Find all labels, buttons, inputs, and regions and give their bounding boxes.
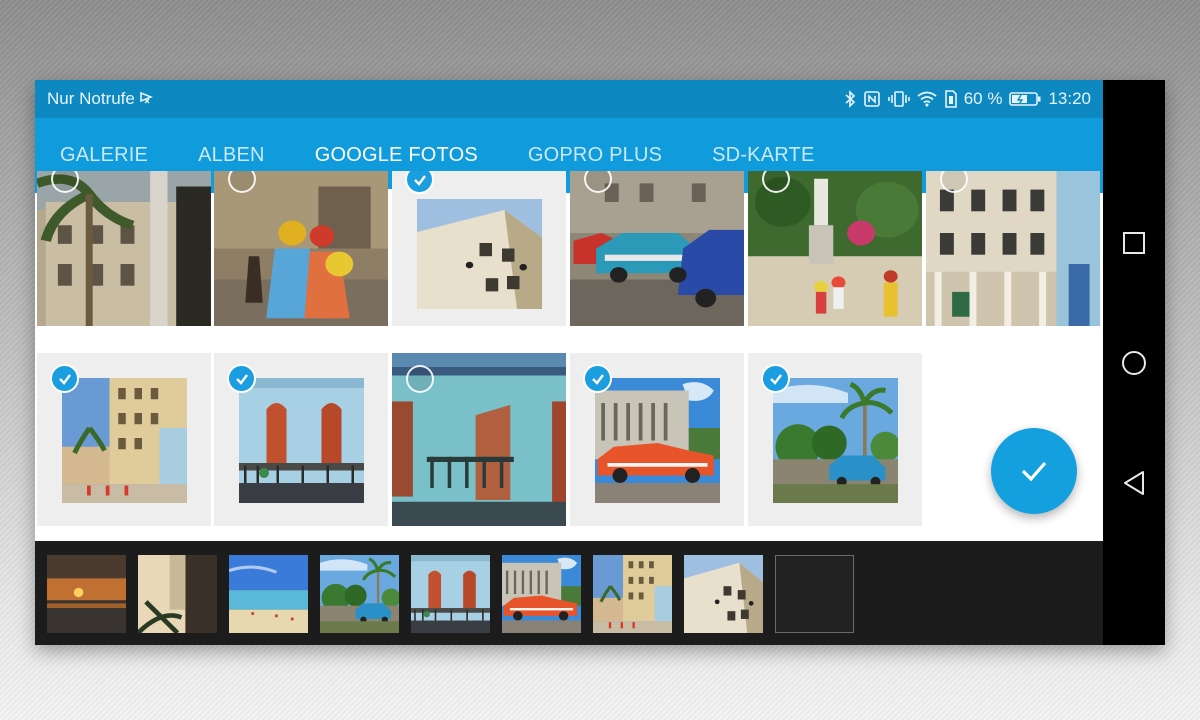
carrier-label: Nur Notrufe	[47, 89, 135, 108]
tray-thumbnail[interactable]	[138, 555, 217, 633]
tray-thumbnail[interactable]	[47, 555, 126, 633]
tray-thumbnail[interactable]	[229, 555, 308, 633]
photo-tile[interactable]	[570, 171, 744, 326]
back-button[interactable]	[1114, 463, 1154, 503]
thumbnail-image	[229, 555, 308, 633]
photo-image	[37, 171, 211, 326]
tray-thumbnail[interactable]	[593, 555, 672, 633]
recent-apps-button[interactable]	[1114, 223, 1154, 263]
photo-image	[748, 171, 922, 326]
back-icon	[1124, 470, 1144, 495]
system-nav-bar	[1103, 80, 1165, 645]
photo-image	[239, 378, 364, 503]
photo-tile[interactable]	[392, 353, 566, 526]
tray-thumbnail[interactable]	[684, 555, 763, 633]
photo-image	[595, 378, 720, 503]
photo-image	[926, 171, 1100, 326]
photo-image	[570, 171, 744, 326]
wifi-icon	[917, 91, 937, 107]
selection-tray	[35, 541, 1103, 645]
check-icon	[1021, 461, 1047, 482]
photo-grid	[35, 171, 1103, 541]
home-button[interactable]	[1114, 343, 1154, 383]
thumbnail-image	[593, 555, 672, 633]
photo-tile-selected[interactable]	[748, 353, 922, 526]
home-icon	[1122, 350, 1146, 375]
tray-thumbnail[interactable]	[502, 555, 581, 633]
nfc-icon	[863, 90, 881, 108]
clock: 13:20	[1048, 89, 1091, 108]
photo-image	[214, 171, 388, 326]
thumbnail-image	[684, 555, 763, 633]
bluetooth-icon	[844, 90, 856, 108]
photo-tile[interactable]	[37, 171, 211, 326]
phone-device: Nur Notrufe 60 % 13:20 GALERIE ALBEN GOO…	[35, 80, 1165, 645]
vibrate-icon	[887, 90, 910, 108]
selected-check-icon[interactable]	[50, 364, 79, 393]
photo-tile[interactable]	[214, 171, 388, 326]
battery-percent: 60 %	[963, 89, 1003, 108]
battery-icon	[1009, 91, 1041, 107]
photo-tile-selected[interactable]	[37, 353, 211, 526]
selected-check-icon[interactable]	[761, 364, 790, 393]
tray-thumbnail[interactable]	[320, 555, 399, 633]
sim-icon	[944, 90, 957, 108]
sim-signal-icon	[139, 89, 154, 109]
thumbnail-image	[320, 555, 399, 633]
confirm-selection-button[interactable]	[991, 428, 1077, 514]
photo-tile[interactable]	[926, 171, 1100, 326]
selected-check-icon[interactable]	[227, 364, 256, 393]
photo-image	[773, 378, 898, 503]
selected-check-icon[interactable]	[405, 171, 434, 194]
tray-thumbnail[interactable]	[411, 555, 490, 633]
thumbnail-image	[47, 555, 126, 633]
selection-circle-icon[interactable]	[406, 365, 434, 393]
tray-empty-slot	[775, 555, 854, 633]
thumbnail-image	[411, 555, 490, 633]
selected-check-icon[interactable]	[583, 364, 612, 393]
photo-tile-selected[interactable]	[570, 353, 744, 526]
photo-tile-selected[interactable]	[392, 171, 566, 326]
photo-image	[62, 378, 187, 503]
thumbnail-image	[502, 555, 581, 633]
app-screen: Nur Notrufe 60 % 13:20 GALERIE ALBEN GOO…	[35, 80, 1103, 645]
photo-image	[417, 199, 542, 309]
photo-tile-selected[interactable]	[214, 353, 388, 526]
photo-tile[interactable]	[748, 171, 922, 326]
status-bar: Nur Notrufe 60 % 13:20	[35, 80, 1103, 118]
recent-apps-icon	[1123, 231, 1145, 254]
thumbnail-image	[138, 555, 217, 633]
